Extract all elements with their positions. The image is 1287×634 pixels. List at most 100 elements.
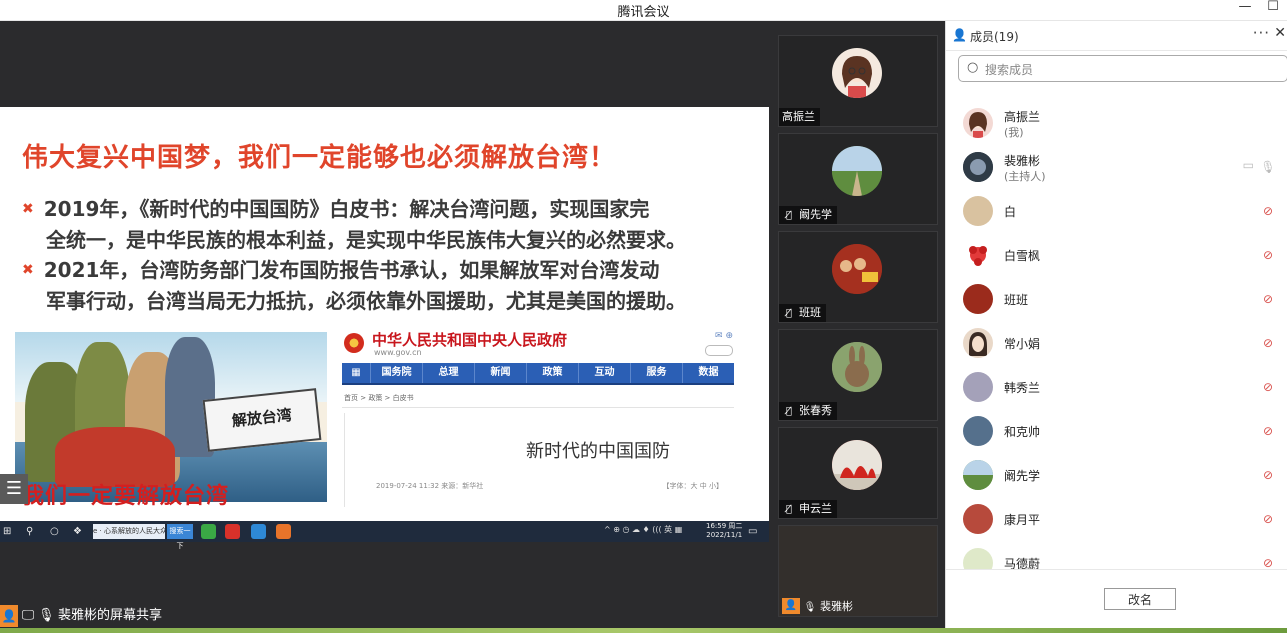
minimize-button[interactable]: — <box>1231 0 1259 20</box>
avatar <box>963 196 993 226</box>
list-item[interactable]: 阚先学 ⊘ <box>946 453 1287 497</box>
avatar <box>832 146 882 196</box>
screen-share-icon: ▭ <box>1242 158 1254 172</box>
member-name: 韩秀兰 <box>1004 381 1041 395</box>
person-icon: 👤 <box>782 598 800 614</box>
divider <box>342 407 734 408</box>
video-tile[interactable]: 高振兰 <box>778 35 938 127</box>
avatar <box>963 504 993 534</box>
task-view-icon: ❖ <box>73 526 82 537</box>
mic-muted-icon[interactable]: ⊘ <box>1260 246 1276 264</box>
maximize-button[interactable]: ☐ <box>1259 0 1287 20</box>
search-icon: ⚲ <box>26 526 34 537</box>
video-tile-name: 班班 <box>799 306 821 319</box>
avatar <box>963 108 993 138</box>
wechat-icon <box>201 524 216 539</box>
member-search-box[interactable]: ○ <box>958 55 1287 82</box>
system-tray: ^ ⊕ ◷ ☁ ♦ ((( 英 ▦ <box>604 525 683 534</box>
avatar <box>832 48 882 98</box>
slide-list-icon[interactable]: ☰ <box>0 474 28 504</box>
list-item[interactable]: 白 ⊘ <box>946 189 1287 233</box>
video-tile-name: 张春秀 <box>799 404 832 417</box>
avatar <box>963 460 993 490</box>
list-item[interactable]: 常小娟 ⊘ <box>946 321 1287 365</box>
bullet-line: 军事行动，台湾当局无力抵抗，必须依靠外国援助，尤其是美国的援助。 <box>46 289 686 313</box>
gov-nav-home-icon: ▦ <box>351 367 361 378</box>
gov-nav-item: 数据 <box>682 363 734 383</box>
avatar <box>963 372 993 402</box>
gov-doc-title: 新时代的中国国防 <box>526 441 670 462</box>
avatar <box>832 342 882 392</box>
video-tile-name: 阚先学 <box>799 208 832 221</box>
close-icon[interactable]: ✕ <box>1274 25 1286 41</box>
taskbar-clock: 16:59 周二 2022/11/1 <box>706 522 742 540</box>
mic-muted-icon: 🎙̸ <box>785 504 792 515</box>
more-icon[interactable]: ··· <box>1253 24 1270 42</box>
list-item[interactable]: 康月平 ⊘ <box>946 497 1287 541</box>
mic-icon: 🎙 <box>803 602 817 613</box>
avatar <box>832 440 882 490</box>
mic-muted-icon[interactable]: ⊘ <box>1260 378 1276 396</box>
video-tile[interactable]: 🎙̸ 申云兰 <box>778 427 938 519</box>
title-bar: 腾讯会议 — ☐ <box>0 0 1287 21</box>
person-icon: 👤 <box>952 28 967 42</box>
gov-breadcrumb: 首页 > 政策 > 白皮书 <box>344 394 414 402</box>
gov-site-url: www.gov.cn <box>374 348 422 357</box>
video-tile-name-bar: 🎙 裴雅彬 <box>803 598 853 616</box>
video-tile[interactable]: 🎙̸ 阚先学 <box>778 133 938 225</box>
mic-muted-icon[interactable]: ⊘ <box>1260 334 1276 352</box>
member-name: 裴雅彬 <box>1004 154 1041 168</box>
members-footer: 改名 <box>946 569 1287 634</box>
gov-website-screenshot: 中华人民共和国中央人民政府 www.gov.cn ✉ ⊕ ▦ 国务院 总理 新闻… <box>340 327 735 507</box>
gov-nav-bar: ▦ 国务院 总理 新闻 政策 互动 服务 数据 <box>342 363 734 385</box>
mic-muted-icon[interactable]: ⊘ <box>1260 202 1276 220</box>
gov-nav-item: 国务院 <box>370 363 422 383</box>
presentation-slide: 伟大复兴中国梦，我们一定能够也必须解放台湾！ ✖ 2019年，《新时代的中国国防》… <box>0 107 769 521</box>
member-search-input[interactable] <box>983 59 1277 80</box>
mic-muted-icon[interactable]: ⊘ <box>1260 290 1276 308</box>
mail-icon: ✉ ⊕ <box>715 331 733 341</box>
list-item[interactable]: 韩秀兰 ⊘ <box>946 365 1287 409</box>
member-role: (主持人) <box>1004 170 1046 183</box>
video-tile-name-bar: 🎙̸ 阚先学 <box>779 206 837 224</box>
member-name: 常小娟 <box>1004 337 1041 351</box>
member-name: 阚先学 <box>1004 469 1041 483</box>
gov-nav-item: 总理 <box>422 363 474 383</box>
mic-muted-icon: 🎙̸ <box>785 406 792 417</box>
list-item[interactable]: 和克帅 ⊘ <box>946 409 1287 453</box>
rename-button[interactable]: 改名 <box>1104 588 1176 610</box>
list-item[interactable]: 马德蔚 ⊘ <box>946 541 1287 569</box>
list-item[interactable]: 裴雅彬 (主持人) ▭ 🎙 <box>946 145 1287 189</box>
video-tile[interactable]: 🎙̸ 班班 <box>778 231 938 323</box>
window-title: 腾讯会议 <box>617 5 670 20</box>
member-name: 马德蔚 <box>1004 557 1041 569</box>
video-tile[interactable]: 👤 🎙 裴雅彬 <box>778 525 938 617</box>
mic-icon[interactable]: 🎙 <box>1260 158 1276 176</box>
screen-share-label-bar: 👤 🖵 🎙 裴雅彬的屏幕共享 <box>0 605 769 627</box>
cortana-icon: ○ <box>50 526 59 537</box>
national-emblem-icon <box>344 333 364 353</box>
gov-doc-meta: 2019-07-24 11:32 来源：新华社 <box>376 482 484 490</box>
list-item[interactable]: 高振兰 (我) <box>946 101 1287 145</box>
list-item[interactable]: 白雪枫 ⊘ <box>946 233 1287 277</box>
shared-screen-area: 伟大复兴中国梦，我们一定能够也必须解放台湾！ ✖ 2019年，《新时代的中国国防》… <box>0 21 769 633</box>
mic-muted-icon: 🎙̸ <box>785 308 792 319</box>
members-header: 👤 成员(19) ··· ✕ <box>946 21 1287 51</box>
mic-muted-icon[interactable]: ⊘ <box>1260 466 1276 484</box>
members-title: 成员(19) <box>970 30 1019 44</box>
mic-muted-icon[interactable]: ⊘ <box>1260 422 1276 440</box>
avatar <box>963 284 993 314</box>
video-tile-name: 裴雅彬 <box>820 600 853 613</box>
video-tile[interactable]: 🎙̸ 张春秀 <box>778 329 938 421</box>
list-item[interactable]: 班班 ⊘ <box>946 277 1287 321</box>
mic-muted-icon[interactable]: ⊘ <box>1260 510 1276 528</box>
mic-muted-icon: 🎙̸ <box>785 210 792 221</box>
bullet-marker-icon: ✖ <box>22 262 34 278</box>
screen-share-icon: 🖵 <box>21 608 35 623</box>
avatar <box>963 548 993 569</box>
mic-muted-icon[interactable]: ⊘ <box>1260 554 1276 569</box>
avatar <box>963 328 993 358</box>
remote-taskbar: ⊞ ⚲ ○ ❖ e · 心系解放的人民大众 搜索一下 ^ ⊕ ◷ ☁ ♦ (((… <box>0 521 769 550</box>
member-list: 高振兰 (我) 裴雅彬 (主持人) ▭ 🎙 白 ⊘ 白雪枫 ⊘ 班班 ⊘ 常小娟… <box>946 101 1287 569</box>
member-name: 康月平 <box>1004 513 1041 527</box>
